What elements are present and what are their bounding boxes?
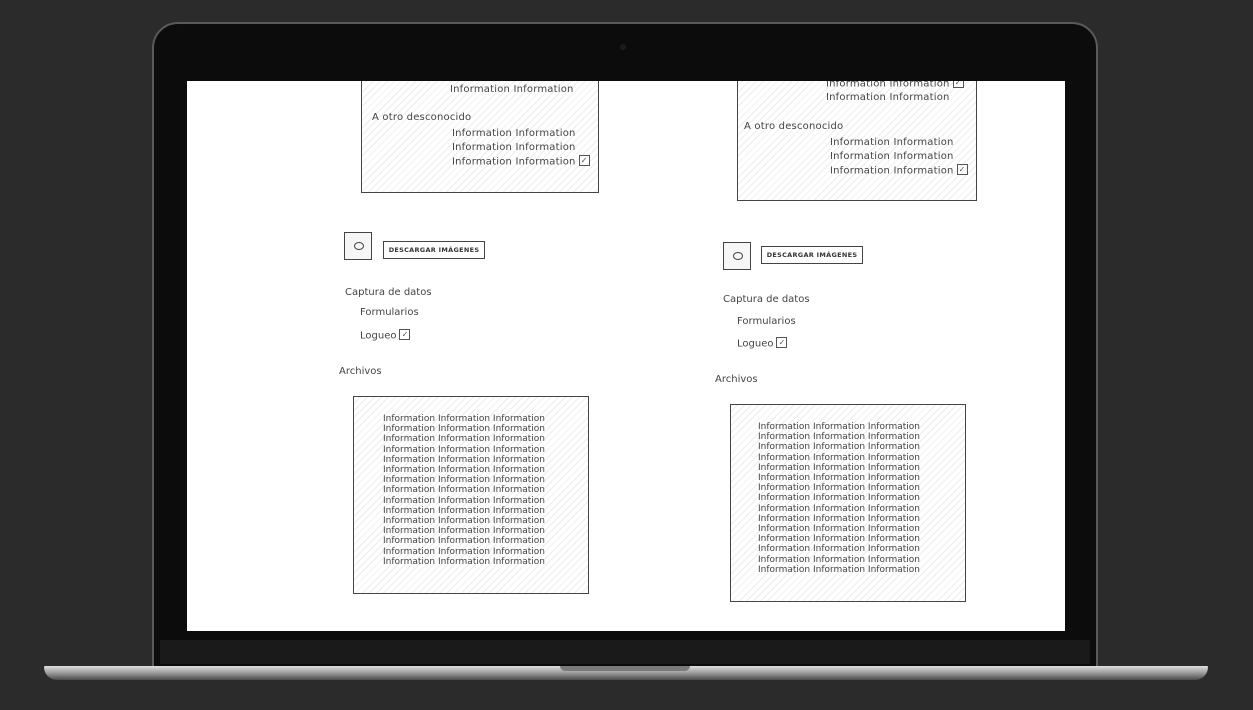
laptop-screen: Information Information A otro desconoci…	[187, 81, 1065, 631]
login-label: Logueo	[360, 330, 397, 342]
file-line: Information Information Information	[383, 454, 546, 465]
webcam	[620, 44, 626, 50]
download-images-button[interactable]: DESCARGAR IMÁGENES	[383, 241, 485, 259]
file-line: Information Information Information	[383, 495, 546, 506]
info-line-text: Information Information	[452, 156, 576, 168]
info-line-with-check: Information Information ✓	[826, 81, 964, 90]
file-line: Information Information Information	[758, 524, 921, 535]
file-line: Information Information Information	[383, 526, 546, 537]
file-line: Information Information Information	[383, 505, 546, 516]
file-line: Information Information Information	[758, 442, 921, 453]
info-box-top: Information Information A otro desconoci…	[361, 81, 599, 193]
laptop-chin	[160, 640, 1090, 664]
info-line: Information Information	[452, 142, 576, 153]
file-line: Information Information Information	[383, 546, 546, 557]
check-icon[interactable]: ✓	[952, 81, 964, 88]
file-line: Information Information Information	[758, 432, 921, 443]
file-line: Information Information Information	[383, 516, 546, 527]
file-line: Information Information Information	[383, 465, 546, 476]
download-images-button[interactable]: DESCARGAR IMÁGENES	[761, 246, 863, 264]
files-label: Archivos	[339, 366, 382, 377]
file-line: Information Information Information	[758, 534, 921, 545]
check-icon[interactable]: ✓	[956, 164, 968, 175]
file-line: Information Information Information	[758, 503, 921, 514]
file-line: Information Information Information	[383, 434, 546, 445]
files-label: Archivos	[715, 374, 758, 385]
file-line: Information Information Information	[758, 493, 921, 504]
forms-label: Formularios	[360, 307, 419, 318]
files-box: Information Information Information Info…	[730, 404, 966, 602]
info-line: Information Information	[450, 84, 574, 95]
files-box: Information Information Information Info…	[353, 396, 589, 594]
wireframe-column-right: Information Information ✓ Information Inf…	[627, 81, 1047, 631]
info-box-top: Information Information ✓ Information Inf…	[737, 81, 977, 201]
info-line-text: Information Information	[826, 81, 950, 90]
wireframe-column-left: Information Information A otro desconoci…	[187, 81, 607, 631]
forms-label: Formularios	[737, 316, 796, 327]
file-line: Information Information Information	[758, 473, 921, 484]
file-list: Information Information Information Info…	[383, 414, 545, 567]
image-icon-button[interactable]	[344, 232, 372, 260]
file-line: Information Information Information	[383, 444, 546, 455]
file-line: Information Information Information	[758, 513, 921, 524]
check-icon[interactable]: ✓	[399, 329, 411, 340]
file-line: Information Information Information	[758, 483, 921, 494]
info-line-with-check: Information Information ✓	[830, 164, 968, 177]
info-line: Information Information	[826, 92, 950, 103]
file-line: Information Information Information	[383, 536, 546, 547]
section-other-label: A otro desconocido	[744, 121, 844, 132]
info-line: Information Information	[830, 137, 954, 148]
file-line: Information Information Information	[758, 452, 921, 463]
data-capture-label: Captura de datos	[723, 294, 810, 305]
info-line: Information Information	[830, 151, 954, 162]
login-label: Logueo	[737, 338, 774, 350]
file-line: Information Information Information	[758, 564, 921, 575]
file-line: Information Information Information	[758, 462, 921, 473]
file-line: Information Information Information	[758, 422, 921, 432]
file-line: Information Information Information	[383, 485, 546, 496]
login-row: Logueo ✓	[360, 329, 411, 342]
info-line-with-check: Information Information ✓	[452, 155, 590, 168]
check-icon[interactable]: ✓	[776, 337, 788, 348]
info-line-text: Information Information	[830, 165, 954, 177]
file-line: Information Information Information	[383, 475, 546, 486]
file-line: Information Information Information	[758, 544, 921, 555]
file-line: Information Information Information	[383, 424, 546, 435]
login-row: Logueo ✓	[737, 337, 788, 350]
data-capture-label: Captura de datos	[345, 287, 432, 298]
section-other-label: A otro desconocido	[372, 112, 472, 123]
check-icon[interactable]: ✓	[578, 155, 590, 166]
file-line: Information Information Information	[383, 414, 546, 424]
laptop-base-notch	[560, 666, 690, 671]
info-line: Information Information	[452, 128, 576, 139]
image-icon-button[interactable]	[723, 242, 751, 270]
file-line: Information Information Information	[758, 554, 921, 565]
file-line: Information Information Information	[383, 556, 546, 567]
file-list: Information Information Information Info…	[758, 422, 920, 575]
